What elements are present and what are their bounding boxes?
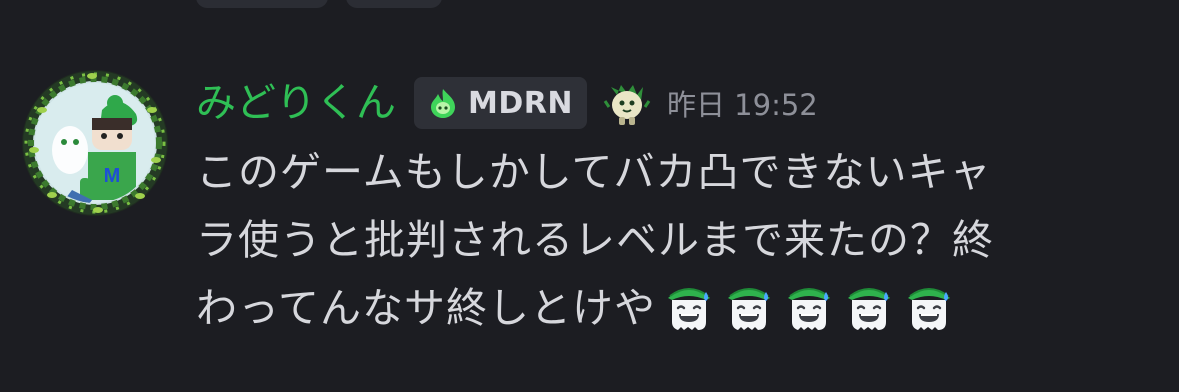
laughing-sweat-ghost-emoji[interactable] [900, 276, 958, 334]
message-line: ラ使うと批判されるレベルまで来たの？終 [196, 216, 994, 264]
laughing-sweat-ghost-emoji[interactable] [720, 276, 778, 334]
message-header: みどりくん MDRN 昨日 19:52 [196, 74, 818, 132]
username[interactable]: みどりくん [196, 74, 396, 132]
green-flame-icon [431, 89, 455, 118]
message-line-last: わってんなサ終しとけや [196, 274, 1116, 342]
svg-text:M: M [104, 165, 121, 187]
server-tag[interactable]: MDRN [414, 77, 587, 129]
tag-label: MDRN [468, 85, 573, 121]
laughing-sweat-ghost-emoji[interactable] [840, 276, 898, 334]
message-content: このゲームもしかしてバカ凸できないキャ ラ使うと批判されるレベルまで来たの？終 … [196, 138, 1116, 342]
laughing-sweat-ghost-emoji[interactable] [660, 276, 718, 334]
avatar[interactable]: M [22, 70, 168, 216]
laughing-sweat-ghost-emoji[interactable] [780, 276, 838, 334]
message-line-text: わってんなサ終しとけや [196, 284, 656, 332]
chat-message: M みどりくん MDRN 昨日 19:52 このゲームもしかしてバカ凸できないキ… [0, 0, 1179, 392]
avatar-image: M [23, 71, 167, 215]
emoji-row [660, 276, 958, 334]
timestamp: 昨日 19:52 [666, 88, 818, 122]
green-creature-badge-icon [603, 85, 651, 125]
message-line: このゲームもしかしてバカ凸できないキャ [196, 148, 992, 196]
